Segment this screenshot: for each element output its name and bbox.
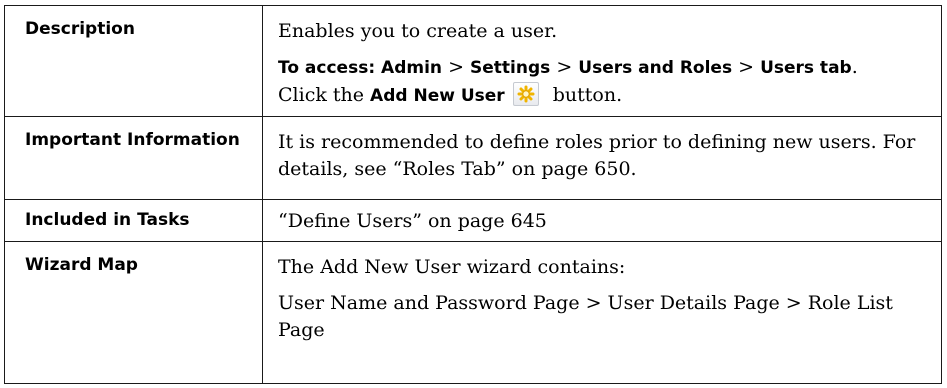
click-prefix: Click the bbox=[278, 84, 371, 106]
row-content: Enables you to create a user. To access:… bbox=[262, 5, 942, 117]
access-settings: Settings bbox=[470, 58, 551, 78]
button-suffix: button. bbox=[546, 84, 623, 106]
access-separator: > bbox=[442, 56, 471, 78]
access-prefix: To access: bbox=[278, 58, 382, 78]
info-table: Description Enables you to create a user… bbox=[4, 5, 942, 384]
access-separator: > bbox=[732, 56, 761, 78]
table-row-important-information: Important Information It is recommended … bbox=[4, 116, 942, 200]
click-instruction: Click the Add New User button. bbox=[278, 82, 921, 110]
row-label: Important Information bbox=[4, 116, 263, 200]
table-row-included-in-tasks: Included in Tasks “Define Users” on page… bbox=[4, 199, 942, 242]
access-users-tab: Users tab bbox=[760, 58, 852, 78]
access-users-and-roles: Users and Roles bbox=[578, 58, 733, 78]
row-label: Description bbox=[4, 5, 263, 117]
access-path: To access: Admin > Settings > Users and … bbox=[278, 54, 921, 82]
wizard-intro: The Add New User wizard contains: bbox=[278, 256, 626, 278]
table-row-description: Description Enables you to create a user… bbox=[4, 5, 942, 117]
add-user-icon bbox=[512, 82, 539, 106]
add-new-user-label: Add New User bbox=[370, 86, 505, 106]
row-label: Wizard Map bbox=[4, 241, 263, 384]
row-content: It is recommended to define roles prior … bbox=[262, 116, 942, 200]
access-admin: Admin bbox=[381, 58, 443, 78]
wizard-pages: User Name and Password Page > User Detai… bbox=[278, 292, 893, 341]
description-text: Enables you to create a user. bbox=[278, 20, 558, 42]
row-label: Included in Tasks bbox=[4, 199, 263, 242]
table-row-wizard-map: Wizard Map The Add New User wizard conta… bbox=[4, 241, 942, 384]
row-content: “Define Users” on page 645 bbox=[262, 199, 942, 242]
access-period: . bbox=[851, 56, 858, 78]
access-separator: > bbox=[550, 56, 579, 78]
row-content: The Add New User wizard contains: User N… bbox=[262, 241, 942, 384]
